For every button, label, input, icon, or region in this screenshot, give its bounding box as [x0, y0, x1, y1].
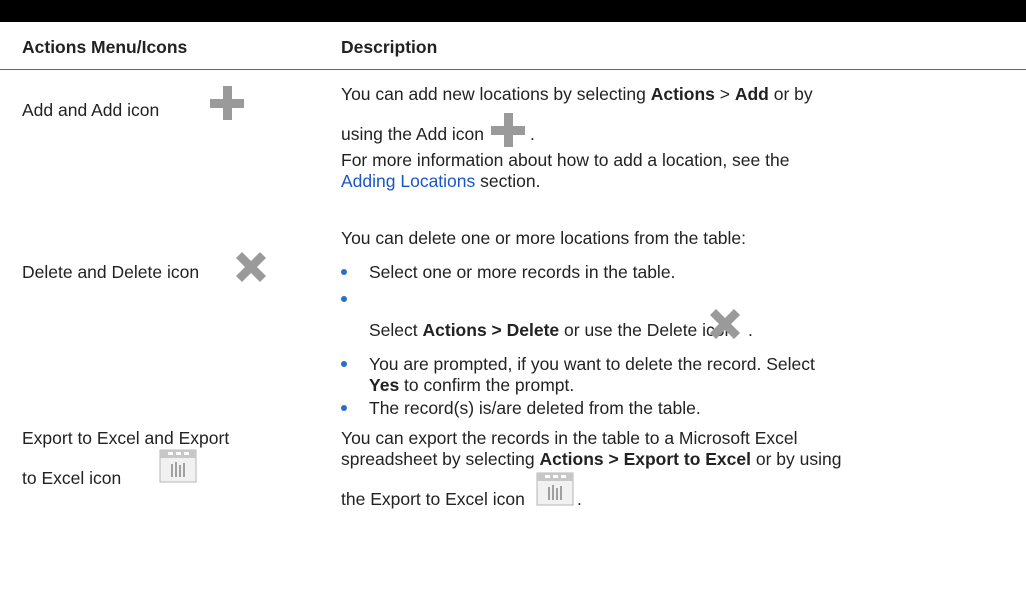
add-description-line4: Adding Locations section.	[341, 171, 541, 191]
bullet-marker	[341, 405, 347, 411]
delete-icon-inline	[710, 309, 740, 339]
delete-step-3-line1: You are prompted, if you want to delete …	[369, 354, 815, 374]
export-description-line1: You can export the records in the table …	[341, 428, 798, 448]
delete-step-4: The record(s) is/are deleted from the ta…	[369, 398, 701, 418]
add-description-line3: For more information about how to add a …	[341, 150, 790, 170]
bullet-marker	[341, 361, 347, 367]
column-header-description: Description	[341, 37, 438, 57]
action-label-delete: Delete and Delete icon	[22, 262, 200, 282]
add-description-line1: You can add new locations by selecting A…	[341, 84, 813, 104]
export-description-line2: spreadsheet by selecting Actions > Expor…	[341, 449, 842, 469]
add-icon	[210, 86, 244, 120]
delete-description-intro: You can delete one or more locations fro…	[341, 228, 747, 248]
excel-icon	[159, 449, 197, 483]
excel-icon-inline	[536, 472, 574, 506]
delete-step-2: Select Actions > Delete or use the Delet…	[369, 320, 735, 340]
action-label-export-line1: Export to Excel and Export	[22, 428, 230, 448]
action-label-add: Add and Add icon	[22, 100, 160, 120]
add-description-line2-end: .	[530, 124, 535, 144]
delete-step-3-line2: Yes to confirm the prompt.	[369, 375, 575, 395]
header-divider	[0, 69, 1026, 70]
delete-icon	[236, 252, 266, 282]
delete-step-2-end: .	[748, 320, 753, 340]
table-top-rule	[0, 0, 1026, 22]
delete-step-1: Select one or more records in the table.	[369, 262, 676, 282]
export-description-line3: the Export to Excel icon	[341, 489, 525, 509]
add-description-line2: using the Add icon	[341, 124, 485, 144]
column-header-actions: Actions Menu/Icons	[22, 37, 188, 57]
adding-locations-link[interactable]: Adding Locations	[341, 171, 475, 191]
action-label-export-line2: to Excel icon	[22, 468, 122, 488]
bullet-marker	[341, 269, 347, 275]
bullet-marker	[341, 296, 347, 302]
add-icon-inline	[491, 113, 525, 147]
export-description-line3-end: .	[577, 489, 582, 509]
